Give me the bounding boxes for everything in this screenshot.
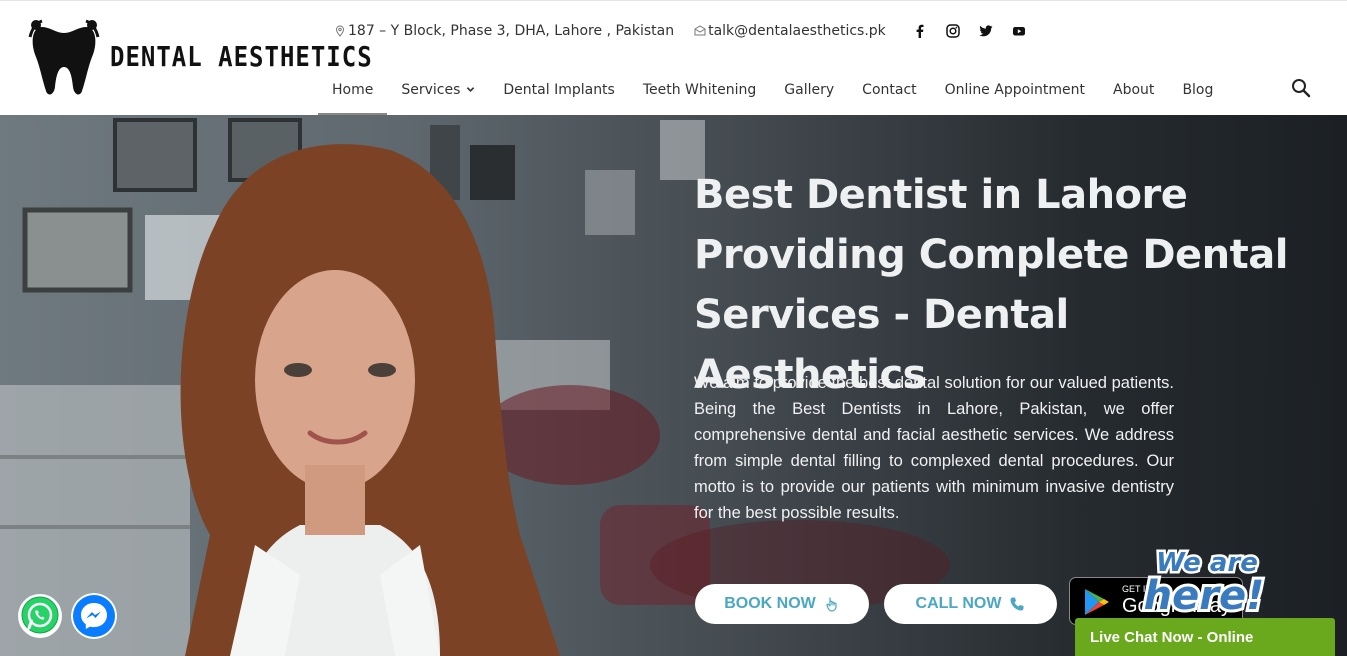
google-play-icon: [1085, 589, 1109, 615]
map-pin-icon: [335, 25, 345, 37]
brand-name: DENTAL AESTHETICS: [110, 40, 373, 74]
social-links: [912, 23, 1026, 38]
whatsapp-icon[interactable]: [17, 593, 63, 639]
nav-item-teeth-whitening[interactable]: Teeth Whitening: [629, 71, 770, 116]
nav-item-online-appointment[interactable]: Online Appointment: [931, 71, 1099, 116]
we-are-here-badge[interactable]: We are here!: [1132, 543, 1282, 619]
contact-topbar: 187 – Y Block, Phase 3, DHA, Lahore , Pa…: [334, 23, 906, 39]
call-now-label: CALL NOW: [915, 595, 1002, 612]
nav-item-blog[interactable]: Blog: [1168, 71, 1227, 116]
messenger-icon[interactable]: [71, 593, 117, 639]
nav-label: Gallery: [784, 81, 835, 98]
email-text[interactable]: talk@dentalaesthetics.pk: [708, 23, 886, 39]
nav-label: Contact: [862, 81, 917, 98]
nav-item-dental-implants[interactable]: Dental Implants: [489, 71, 628, 116]
address-text: 187 – Y Block, Phase 3, DHA, Lahore , Pa…: [348, 23, 675, 39]
nav-label: Blog: [1182, 81, 1214, 98]
phone-icon: [1010, 597, 1024, 611]
chevron-down-icon: [467, 87, 475, 92]
envelope-icon: [694, 25, 706, 36]
live-chat-label: Live Chat Now - Online: [1090, 629, 1254, 646]
nav-item-services[interactable]: Services: [387, 71, 489, 116]
book-now-label: BOOK NOW: [724, 595, 816, 612]
email-info[interactable]: talk@dentalaesthetics.pk: [694, 23, 886, 39]
nav-item-contact[interactable]: Contact: [848, 71, 930, 116]
call-now-button[interactable]: CALL NOW: [884, 584, 1057, 624]
book-now-button[interactable]: BOOK NOW: [695, 584, 869, 624]
hero-title: Best Dentist in Lahore Providing Complet…: [694, 172, 1288, 398]
here-text: here!: [1144, 573, 1265, 618]
live-chat-button[interactable]: Live Chat Now - Online: [1075, 618, 1335, 656]
hero-description: We aim to provide the best dental soluti…: [694, 374, 1174, 522]
site-header: DENTAL AESTHETICS 187 – Y Block, Phase 3…: [0, 0, 1347, 116]
nav-label: Online Appointment: [944, 81, 1086, 98]
main-nav: Home Services Dental Implants Teeth Whit…: [318, 71, 1227, 116]
instagram-icon[interactable]: [945, 23, 960, 38]
twitter-icon[interactable]: [978, 23, 993, 38]
nav-item-about[interactable]: About: [1099, 71, 1168, 116]
nav-label: About: [1113, 81, 1155, 98]
youtube-icon[interactable]: [1011, 23, 1026, 38]
nav-label: Dental Implants: [503, 81, 615, 98]
address-info: 187 – Y Block, Phase 3, DHA, Lahore , Pa…: [334, 23, 674, 39]
tooth-logo-icon: [28, 19, 100, 95]
nav-label: Services: [401, 81, 461, 98]
hero-section: Best Dentist in Lahore Providing Complet…: [0, 115, 1347, 656]
search-icon[interactable]: [1290, 77, 1312, 99]
nav-item-gallery[interactable]: Gallery: [770, 71, 848, 116]
nav-label: Teeth Whitening: [642, 81, 757, 98]
nav-label: Home: [332, 81, 374, 98]
hand-pointer-icon: [826, 597, 837, 612]
nav-item-home[interactable]: Home: [318, 71, 388, 116]
facebook-icon[interactable]: [912, 23, 927, 38]
